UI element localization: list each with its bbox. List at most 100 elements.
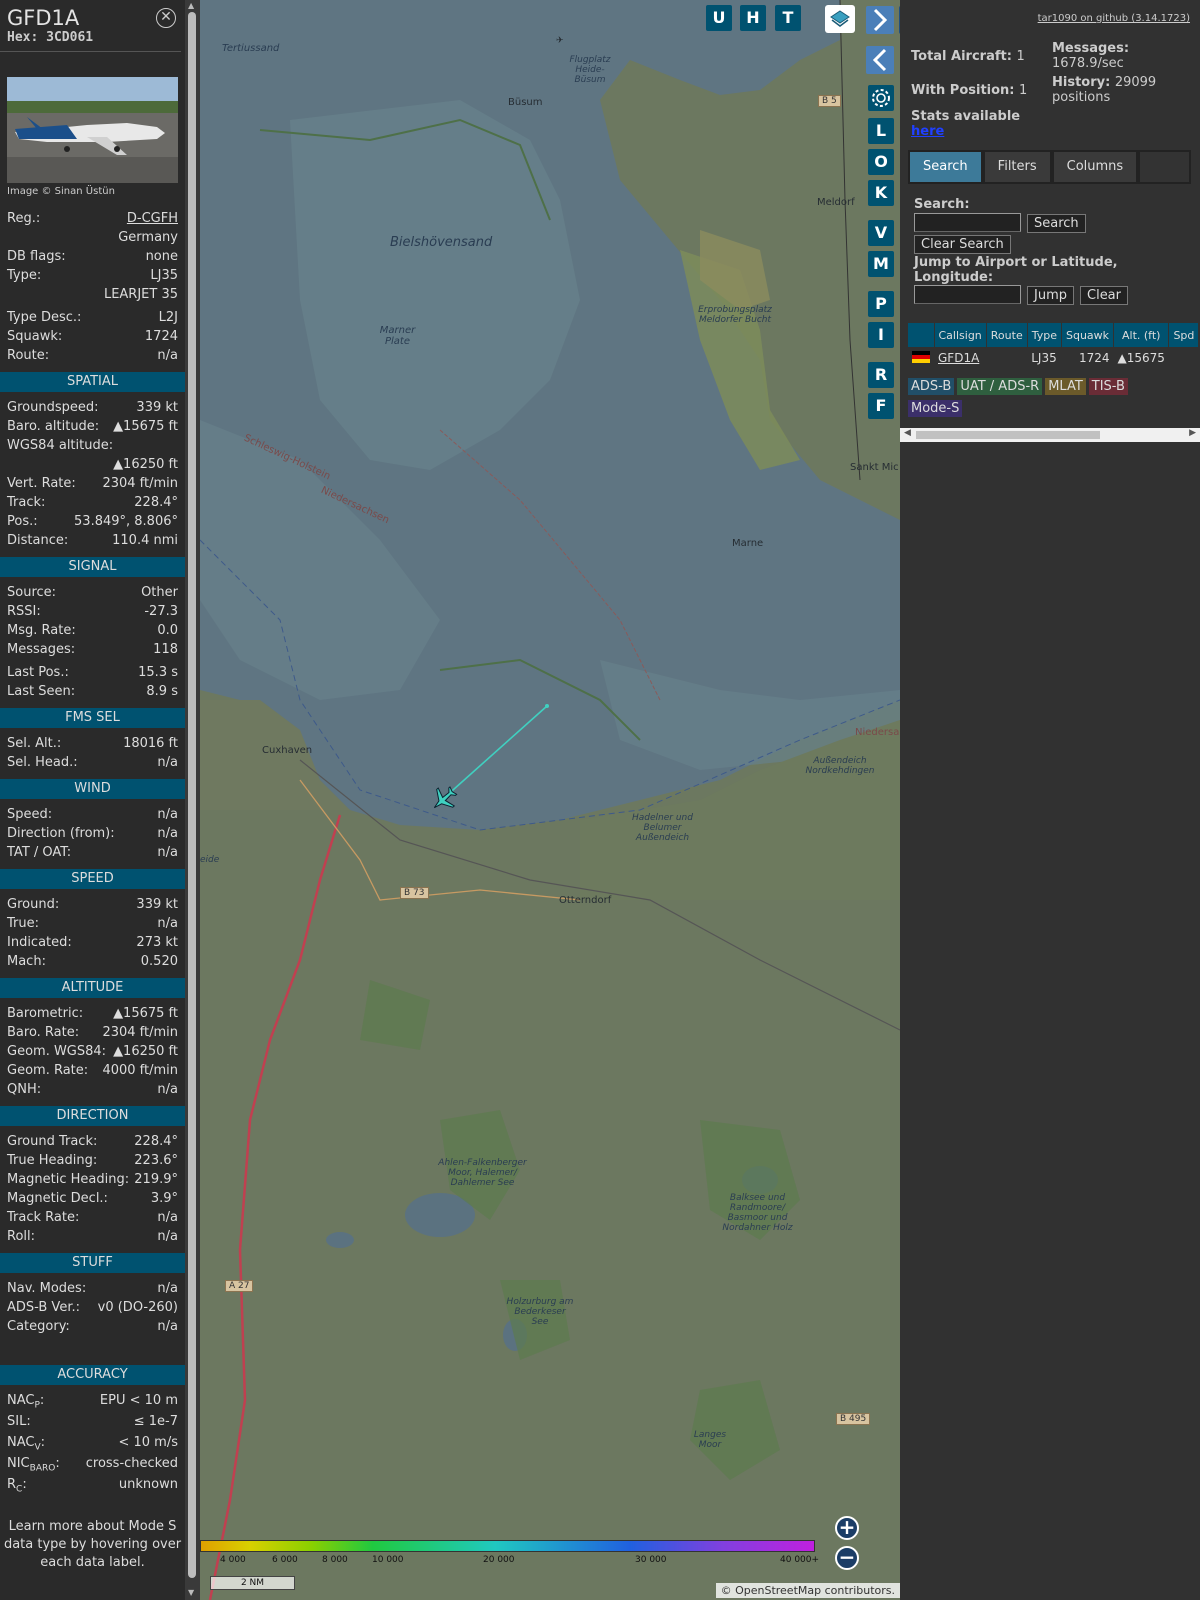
map-background xyxy=(200,0,900,1600)
map-button-l[interactable]: L xyxy=(868,118,894,144)
table-horizontal-scrollbar[interactable]: ◀ ▶ xyxy=(900,428,1200,442)
ground-track-row: Ground Track: 228.4° xyxy=(7,1134,178,1149)
map-button-h[interactable]: H xyxy=(740,5,766,31)
scroll-right-icon[interactable]: ▶ xyxy=(1189,428,1196,438)
map-button-i[interactable]: I xyxy=(868,322,894,348)
scroll-left-icon[interactable]: ◀ xyxy=(904,428,911,438)
info-squawk-row: Squawk: 1724 xyxy=(7,329,178,344)
wgs84-altitude-row: WGS84 altitude: xyxy=(7,438,114,453)
road-sign-b5: B 5 xyxy=(818,95,841,107)
info-panel-scrollbar[interactable]: ▲ ▼ xyxy=(185,0,200,1600)
jump-input[interactable] xyxy=(914,285,1021,304)
flag-icon xyxy=(908,347,934,369)
row-callsign-link[interactable]: GFD1A xyxy=(938,351,979,365)
colorbar-tick: 30 000 xyxy=(635,1555,667,1565)
search-label: Search: xyxy=(914,197,970,212)
true-heading-row: True Heading: 223.6° xyxy=(7,1153,178,1168)
col-callsign[interactable]: Callsign xyxy=(934,323,987,347)
tab-columns[interactable]: Columns xyxy=(1053,152,1137,182)
scroll-up-icon[interactable]: ▲ xyxy=(188,1,194,10)
baro-rate-row: Baro. Rate: 2304 ft/min xyxy=(7,1025,178,1040)
hscroll-thumb[interactable] xyxy=(916,431,1100,439)
wind-speed-row: Speed: n/a xyxy=(7,807,178,822)
map-label-bielshovensand: Bielshövensand xyxy=(390,235,493,250)
tab-search[interactable]: Search xyxy=(910,152,981,182)
map-label-niedersac: Niedersac xyxy=(855,727,900,738)
wgs84-altitude-value-row: ▲16250 ft xyxy=(113,457,178,472)
settings-gear-icon[interactable] xyxy=(868,85,894,111)
col-altitude[interactable]: Alt. (ft) xyxy=(1113,323,1170,347)
col-squawk[interactable]: Squawk xyxy=(1061,323,1115,347)
map-label-erprobungsplatz: Erprobungsplatz Meldorfer Bucht xyxy=(698,305,772,325)
nicbaro-row: NICBARO: cross-checked xyxy=(7,1456,178,1474)
track-row: Track: 228.4° xyxy=(7,495,178,510)
jump-button[interactable]: Jump xyxy=(1027,286,1074,305)
map-button-t[interactable]: T xyxy=(775,5,801,31)
expand-right-icon[interactable] xyxy=(866,6,894,34)
legend-modes: Mode-S xyxy=(908,400,963,417)
map-button-o[interactable]: O xyxy=(868,149,894,175)
road-sign-b495: B 495 xyxy=(836,1413,871,1425)
collapse-left-icon[interactable] xyxy=(866,46,894,74)
map-button-f[interactable]: F xyxy=(868,393,894,419)
nacp-row: NACP: EPU < 10 m xyxy=(7,1393,178,1411)
map-button-p[interactable]: P xyxy=(868,291,894,317)
section-altitude: ALTITUDE xyxy=(0,978,185,998)
map-scale-bar: 2 NM xyxy=(210,1576,295,1590)
zoom-in-icon[interactable]: + xyxy=(835,1516,859,1540)
info-reg-row: Reg.: D-CGFH xyxy=(7,209,178,228)
history-count: History: 29099 positions xyxy=(1052,75,1157,105)
stats-link[interactable]: here xyxy=(911,124,944,139)
map-label-ahlen: Ahlen-Falkenberger Moor, Halemer/ Dahlem… xyxy=(438,1158,527,1188)
jump-label: Jump to Airport or Latitude, Longitude: xyxy=(914,255,1118,285)
sel-alt-row: Sel. Alt.: 18016 ft xyxy=(7,736,178,751)
road-sign-b73: B 73 xyxy=(400,887,429,899)
image-credit: Image © Sinan Üstün xyxy=(7,186,115,197)
clear-search-button[interactable]: Clear Search xyxy=(914,235,1011,254)
aircraft-marker-icon[interactable] xyxy=(429,784,459,814)
sil-row: SIL: ≤ 1e-7 xyxy=(7,1414,178,1429)
learn-more-text: Learn more about Mode S data type by hov… xyxy=(3,1519,182,1570)
scrollbar-thumb[interactable] xyxy=(188,12,196,1578)
registration-link[interactable]: D-CGFH xyxy=(127,209,178,228)
magnetic-decl-row: Magnetic Decl.: 3.9° xyxy=(7,1191,178,1206)
true-speed-row: True: n/a xyxy=(7,916,178,931)
clear-button[interactable]: Clear xyxy=(1080,286,1128,305)
map-label-sankt-mic: Sankt Mic xyxy=(850,462,899,473)
search-input[interactable] xyxy=(914,213,1021,232)
map-view[interactable]: Tertiussand ✈ Flugplatz Heide-Büsum Büsu… xyxy=(200,0,900,1600)
info-typedesc-row: Type Desc.: L2J xyxy=(7,310,178,325)
table-row[interactable]: GFD1A LJ35 1724 ▲15675 xyxy=(908,347,1199,369)
map-button-k[interactable]: K xyxy=(868,180,894,206)
info-header: GFD1A Hex: 3CD061 ✕ xyxy=(0,0,181,52)
indicated-speed-row: Indicated: 273 kt xyxy=(7,935,178,950)
airport-icon: ✈ xyxy=(556,36,564,46)
close-icon[interactable]: ✕ xyxy=(156,8,176,28)
row-speed xyxy=(1169,347,1199,369)
map-button-u[interactable]: U xyxy=(706,5,732,31)
search-button[interactable]: Search xyxy=(1027,214,1086,233)
colorbar-tick: 20 000 xyxy=(483,1555,515,1565)
info-country-row: Germany xyxy=(118,230,178,245)
info-route-row: Route: n/a xyxy=(7,348,178,363)
col-speed[interactable]: Spd xyxy=(1168,323,1200,347)
map-button-r[interactable]: R xyxy=(868,362,894,388)
section-spatial: SPATIAL xyxy=(0,372,185,392)
openstreetmap-link[interactable]: OpenStreetMap xyxy=(735,1584,821,1597)
zoom-out-icon[interactable]: − xyxy=(835,1546,859,1570)
scroll-down-icon[interactable]: ▼ xyxy=(188,1588,194,1597)
col-route[interactable]: Route xyxy=(986,323,1028,347)
colorbar-tick: 10 000 xyxy=(372,1555,404,1565)
col-type[interactable]: Type xyxy=(1027,323,1062,347)
source-legend: ADS-B UAT / ADS-R MLAT TIS-B Mode-S xyxy=(908,378,1198,422)
aircraft-photo[interactable] xyxy=(7,77,178,183)
map-button-m[interactable]: M xyxy=(868,251,894,277)
rc-row: RC: unknown xyxy=(7,1477,178,1495)
layers-icon[interactable] xyxy=(825,5,855,33)
tab-filters[interactable]: Filters xyxy=(984,152,1050,182)
github-link[interactable]: tar1090 on github (3.14.1723) xyxy=(1038,13,1190,24)
col-flag[interactable] xyxy=(908,323,935,347)
groundspeed-row: Groundspeed: 339 kt xyxy=(7,400,178,415)
map-button-v[interactable]: V xyxy=(868,220,894,246)
map-label-holzurburg: Holzurburg am Bederkeser See xyxy=(506,1297,574,1327)
